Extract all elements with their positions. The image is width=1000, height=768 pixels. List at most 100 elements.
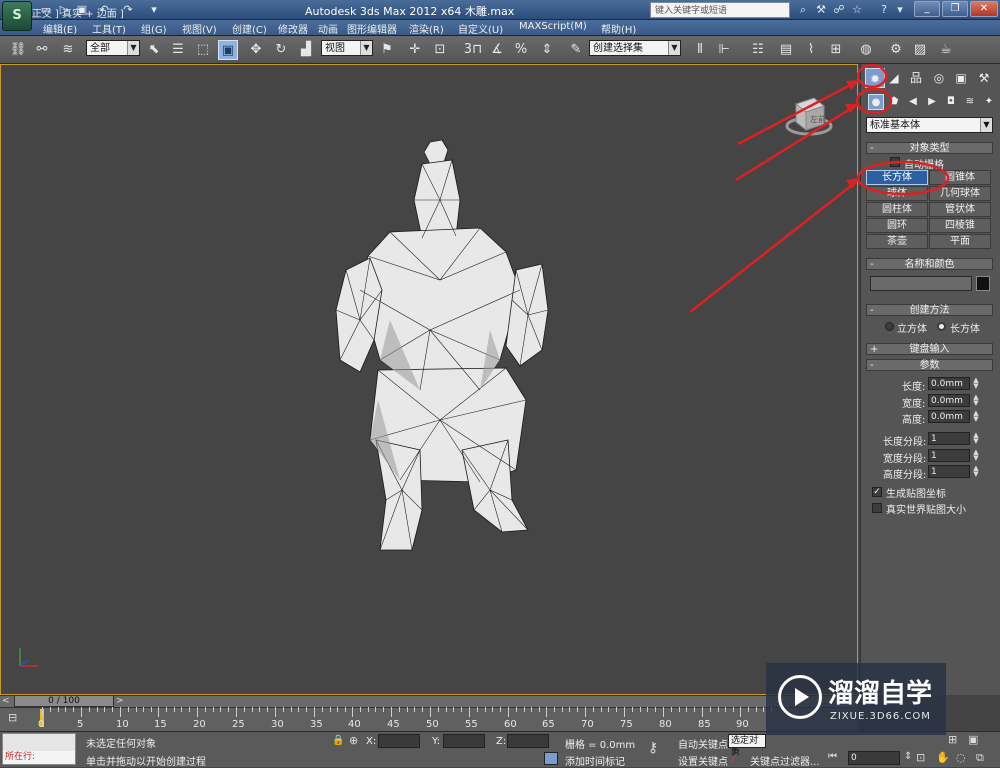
rendered-frame-window-icon[interactable]: ▨	[910, 40, 930, 60]
bind-space-warp-icon[interactable]: ≋	[58, 40, 78, 60]
lock-selection-icon[interactable]: 🔒	[332, 735, 344, 746]
time-slider-track[interactable]	[0, 695, 858, 707]
pyramid-button[interactable]: 四棱锥	[929, 218, 991, 233]
object-name-input[interactable]	[870, 276, 972, 291]
select-and-link-icon[interactable]: ⛓	[8, 40, 28, 60]
orbit-icon[interactable]: ◌	[956, 751, 966, 764]
menu-group[interactable]: 组(G)	[141, 21, 167, 36]
pan-hand-icon[interactable]: ✋	[936, 751, 950, 764]
help-icon[interactable]: ?	[876, 2, 892, 18]
edit-named-selection-icon[interactable]: ✎	[566, 40, 586, 60]
x-coord-field[interactable]	[378, 734, 420, 748]
creation-method-rollout-header[interactable]: - 创建方法	[866, 304, 993, 316]
rotate-icon[interactable]: ↻	[271, 40, 291, 60]
restore-button[interactable]: ❐	[942, 1, 968, 17]
graphite-ribbon-icon[interactable]: ▤	[776, 40, 796, 60]
time-config-icon[interactable]: ⇕	[904, 751, 912, 762]
display-tab-icon[interactable]: ▣	[951, 68, 971, 88]
modify-tab-icon[interactable]: ◢	[884, 68, 904, 88]
maximize-viewport-icon[interactable]: ⧉	[976, 751, 984, 765]
auto-key-button[interactable]: 自动关键点	[678, 736, 728, 751]
render-production-icon[interactable]: ☕	[936, 40, 956, 60]
mirror-icon[interactable]: ⫴	[690, 40, 710, 60]
tube-button[interactable]: 管状体	[929, 202, 991, 217]
current-frame-field[interactable]: 0	[848, 751, 900, 765]
gen-mapping-checkbox[interactable]: ✓	[872, 487, 882, 497]
time-tag-icon[interactable]	[544, 752, 558, 765]
selection-filter-dropdown[interactable]: 全部 ▼	[86, 40, 140, 56]
angle-snap-icon[interactable]: ∡	[487, 40, 507, 60]
key-mode-icon[interactable]: ⁄	[733, 751, 735, 765]
scale-icon[interactable]: ▟	[296, 40, 316, 60]
geometry-subtab-icon[interactable]: ●	[868, 94, 884, 110]
favorites-star-icon[interactable]: ☆	[849, 2, 865, 18]
menu-views[interactable]: 视图(V)	[182, 21, 217, 36]
percent-snap-icon[interactable]: %	[511, 40, 531, 60]
length-spinner-arrows[interactable]: ▲ ▼	[972, 377, 980, 390]
object-color-swatch[interactable]	[976, 276, 990, 291]
add-time-tag-button[interactable]: 添加时间标记	[565, 753, 625, 768]
key-filters-button[interactable]: 关键点过滤器...	[750, 753, 820, 768]
subscription-icon[interactable]: ⚒	[813, 2, 829, 18]
hierarchy-tab-icon[interactable]: 品	[906, 68, 926, 88]
selected-object-dropdown[interactable]: 选定对象	[728, 734, 766, 758]
height-spinner[interactable]: 0.0mm	[928, 410, 970, 423]
plane-button[interactable]: 平面	[929, 234, 991, 249]
menu-rendering[interactable]: 渲染(R)	[409, 21, 444, 36]
cameras-subtab-icon[interactable]: ▶	[924, 94, 940, 110]
length-segs-spinner-arrows[interactable]: ▲ ▼	[972, 432, 980, 445]
menu-animation[interactable]: 动画	[318, 21, 338, 36]
menu-edit[interactable]: 编辑(E)	[43, 21, 77, 36]
create-tab-icon[interactable]: ✹	[865, 68, 885, 88]
width-segs-spinner-arrows[interactable]: ▲ ▼	[972, 449, 980, 462]
window-crossing-icon[interactable]: ▣	[218, 40, 238, 60]
width-spinner[interactable]: 0.0mm	[928, 394, 970, 407]
spinner-snap-icon[interactable]: ⇕	[537, 40, 557, 60]
communication-icon[interactable]: ☍	[831, 2, 847, 18]
motion-tab-icon[interactable]: ◎	[929, 68, 949, 88]
menu-graph-editors[interactable]: 图形编辑器	[347, 21, 397, 36]
shapes-subtab-icon[interactable]: ⬟	[886, 94, 902, 110]
autogrid-checkbox[interactable]	[890, 157, 900, 167]
cone-button[interactable]: 圆锥体	[929, 170, 991, 185]
z-coord-field[interactable]	[507, 734, 549, 748]
height-segs-spinner[interactable]: 1	[928, 465, 970, 478]
menu-customize[interactable]: 自定义(U)	[458, 21, 503, 36]
close-button[interactable]: ✕	[970, 1, 998, 17]
height-segs-spinner-arrows[interactable]: ▲ ▼	[972, 465, 980, 478]
torus-button[interactable]: 圆环	[866, 218, 928, 233]
move-icon[interactable]: ✥	[246, 40, 266, 60]
key-icon[interactable]: ⚷	[648, 740, 658, 756]
utilities-tab-icon[interactable]: ⚒	[974, 68, 994, 88]
select-by-name-icon[interactable]: ☰	[168, 40, 188, 60]
absolute-mode-icon[interactable]: ⊕	[349, 734, 358, 747]
schematic-view-icon[interactable]: ⊞	[826, 40, 846, 60]
select-manipulate-icon[interactable]: ✛	[405, 40, 425, 60]
real-world-checkbox[interactable]	[872, 503, 882, 513]
sphere-button[interactable]: 球体	[866, 186, 928, 201]
help-dropdown-icon[interactable]: ▾	[892, 2, 908, 18]
curve-editor-icon[interactable]: ⌇	[801, 40, 821, 60]
keyboard-shortcut-override-icon[interactable]: ⊡	[430, 40, 450, 60]
cube-radio[interactable]	[885, 322, 894, 331]
align-icon[interactable]: ⊩	[714, 40, 734, 60]
field-of-view-icon[interactable]: ▣	[968, 733, 978, 746]
height-spinner-arrows[interactable]: ▲ ▼	[972, 410, 980, 423]
time-next-icon[interactable]: >	[116, 696, 124, 706]
object-type-rollout-header[interactable]: - 对象类型	[866, 142, 993, 154]
help-search-input[interactable]: 键入关键字或短语	[650, 2, 790, 18]
snaps-toggle-icon[interactable]: 3⊓	[461, 40, 485, 60]
box-radio[interactable]	[937, 322, 946, 331]
mini-curve-editor-icon[interactable]: ⊟	[8, 711, 17, 724]
layer-manager-icon[interactable]: ☷	[748, 40, 768, 60]
minimize-button[interactable]: _	[914, 1, 940, 17]
zoom-extents-icon[interactable]: ⊞	[948, 733, 957, 746]
unlink-icon[interactable]: ⚯	[32, 40, 52, 60]
zoom-region-icon[interactable]: ⊡	[916, 751, 925, 764]
menu-modifiers[interactable]: 修改器	[278, 21, 308, 36]
menu-create[interactable]: 创建(C)	[232, 21, 267, 36]
render-setup-icon[interactable]: ⚙	[886, 40, 906, 60]
keyboard-entry-rollout-header[interactable]: + 键盘输入	[866, 343, 993, 355]
menu-help[interactable]: 帮助(H)	[601, 21, 636, 36]
time-slider-thumb[interactable]: 0 / 100	[14, 695, 114, 707]
